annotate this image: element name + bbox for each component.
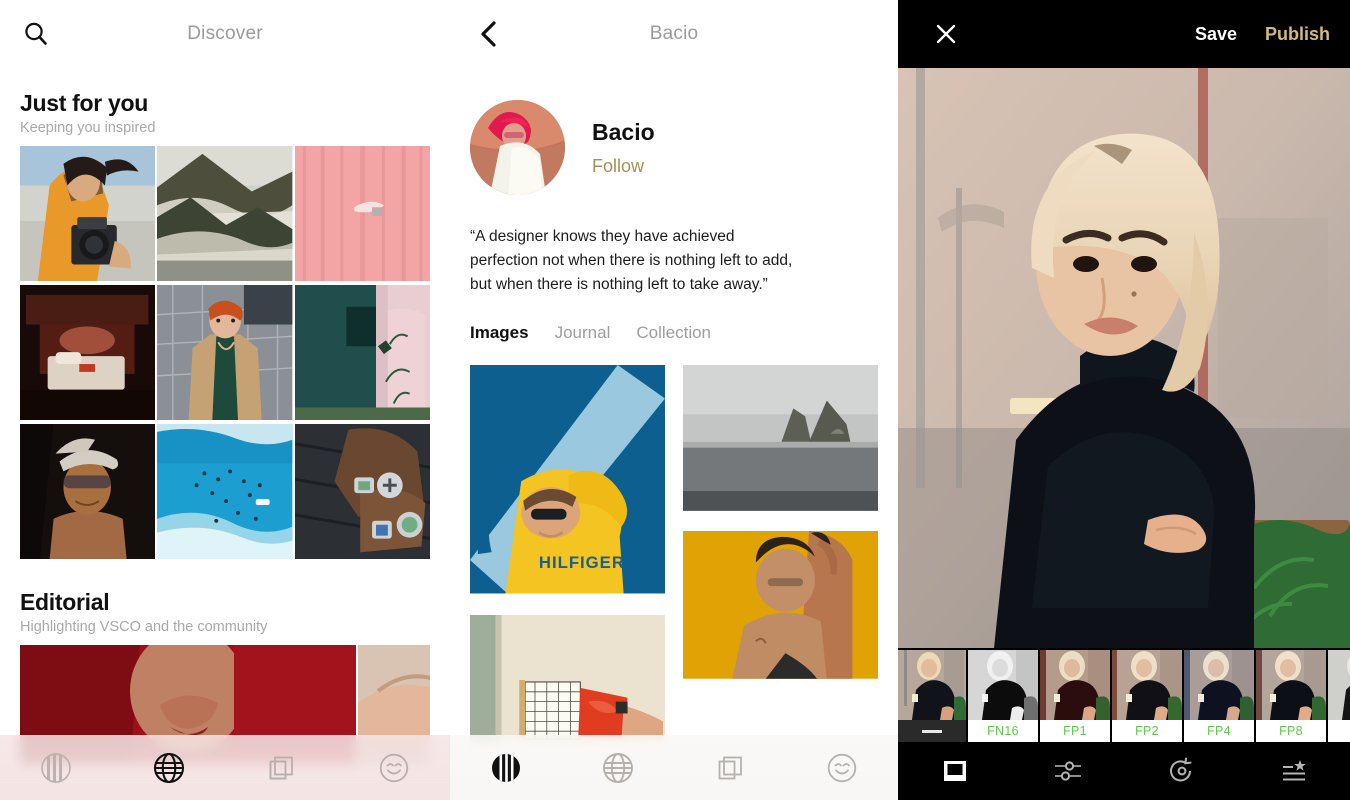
filmstrip-label: FN16 (968, 720, 1038, 742)
photo-tile-hands-rings[interactable] (294, 424, 430, 561)
sliders-adjust-icon (1054, 761, 1081, 781)
avatar[interactable] (470, 100, 565, 195)
stacked-squares-icon (269, 756, 294, 779)
smiley-face-icon (827, 753, 857, 782)
editor-bottom-nav (898, 742, 1350, 800)
filmstrip-label: FP4 (1184, 720, 1254, 742)
profile-name: Bacio (592, 118, 655, 145)
editor-topbar: Save Publish (898, 0, 1350, 68)
recipes-star-icon (1282, 760, 1306, 781)
filmstrip-item-original[interactable] (898, 650, 966, 742)
photo-tile-teal-door-pink-wall[interactable] (294, 285, 430, 422)
discover-title: Discover (187, 23, 263, 44)
filmstrip-item-next[interactable] (1328, 650, 1350, 742)
photo-tile-woman-with-camera[interactable] (20, 146, 156, 283)
filmstrip-thumb (968, 650, 1038, 720)
discover-bottom-nav (0, 735, 450, 800)
photo-notebook-red-paper[interactable] (470, 615, 665, 745)
filmstrip-thumb (1112, 650, 1182, 720)
filmstrip-item-fp2[interactable]: FP2 (1112, 650, 1182, 742)
publish-button[interactable]: Publish (1265, 24, 1330, 45)
filter-frame-icon (943, 761, 966, 781)
original-dash-icon (922, 729, 942, 733)
sidebar-item-discover[interactable] (590, 745, 646, 791)
discover-panel: Discover Just for you Keeping you inspir… (0, 0, 450, 800)
section-subtitle: Keeping you inspired (20, 120, 156, 136)
tab-edit[interactable] (1041, 751, 1095, 791)
photo-column-left: HILFIGER (470, 365, 665, 745)
filter-filmstrip[interactable]: FN16 FP1 FP2 FP4 FP8 (898, 650, 1350, 742)
section-title: Just for you (20, 90, 149, 116)
filmstrip-thumb (1040, 650, 1110, 720)
filmstrip-label (1328, 720, 1350, 742)
profile-tabs: Images Journal Collection (470, 323, 878, 343)
sidebar-item-library[interactable] (253, 745, 309, 791)
editing-photo[interactable] (898, 68, 1350, 648)
follow-button[interactable]: Follow (592, 156, 644, 177)
undo-history-icon (1169, 757, 1191, 782)
sidebar-item-studio[interactable] (28, 745, 84, 791)
filmstrip-item-fp8[interactable]: FP8 (1256, 650, 1326, 742)
tab-journal[interactable]: Journal (555, 323, 611, 343)
filmstrip-label: FP8 (1256, 720, 1326, 742)
section-subtitle: Highlighting VSCO and the community (20, 619, 268, 635)
filmstrip-label: FP1 (1040, 720, 1110, 742)
globe-icon (603, 752, 633, 783)
vsco-striped-circle-icon (41, 752, 72, 783)
tab-collection[interactable]: Collection (636, 323, 711, 343)
profile-quote: “A designer knows they have achieved per… (470, 228, 793, 294)
editorial-header: Editorial Highlighting VSCO and the comm… (0, 561, 450, 645)
profile-bottom-nav (450, 735, 898, 800)
just-for-you-grid (20, 146, 430, 561)
photo-man-yellow-sweater[interactable]: HILFIGER (470, 365, 665, 597)
section-title: Editorial (20, 589, 110, 615)
photo-tile-pink-curtain[interactable] (294, 146, 430, 283)
globe-icon (153, 752, 184, 783)
chevron-left-icon[interactable] (474, 16, 504, 52)
sidebar-item-discover[interactable] (141, 745, 197, 791)
filmstrip-thumb (898, 650, 966, 720)
tab-filters[interactable] (928, 751, 982, 791)
filmstrip-item-fp4[interactable]: FP4 (1184, 650, 1254, 742)
sidebar-item-library[interactable] (702, 745, 758, 791)
save-button[interactable]: Save (1195, 24, 1237, 45)
editor-panel: Save Publish FN16 FP1 FP2 FP4 FP8 (898, 0, 1350, 800)
discover-topbar: Discover (0, 0, 450, 68)
filmstrip-item-fn16[interactable]: FN16 (968, 650, 1038, 742)
photo-woman-mustard-bg[interactable] (683, 531, 878, 681)
filmstrip-thumb (1328, 650, 1350, 720)
tab-recipes[interactable] (1267, 751, 1321, 791)
svg-text:HILFIGER: HILFIGER (539, 553, 625, 572)
search-icon[interactable] (18, 16, 54, 52)
filmstrip-label: FP2 (1112, 720, 1182, 742)
photo-tile-aerial-beach[interactable] (157, 424, 293, 561)
filmstrip-original-footer (898, 720, 966, 742)
stacked-squares-icon (718, 756, 742, 779)
photo-tile-red-bedroom[interactable] (20, 285, 156, 422)
smiley-face-icon (379, 753, 408, 782)
vsco-striped-circle-icon (492, 753, 520, 782)
close-icon[interactable] (930, 18, 962, 50)
tab-undo-history[interactable] (1154, 751, 1208, 791)
sidebar-item-profile[interactable] (814, 745, 870, 791)
sidebar-item-studio[interactable] (478, 745, 534, 791)
profile-photo-grid: HILFIGER (470, 365, 878, 745)
app-screen: Discover Just for you Keeping you inspir… (0, 0, 1350, 800)
filmstrip-item-fp1[interactable]: FP1 (1040, 650, 1110, 742)
photo-tile-woman-sunglasses[interactable] (20, 424, 156, 561)
tab-images[interactable]: Images (470, 323, 529, 343)
profile-meta: Bacio Follow (592, 119, 655, 177)
sidebar-item-profile[interactable] (366, 745, 422, 791)
profile-panel: Bacio Bacio Follow “A designer knows the… (450, 0, 898, 800)
photo-tile-foggy-mountains[interactable] (157, 146, 293, 283)
photo-sea-stacks[interactable] (683, 365, 878, 513)
filmstrip-thumb (1184, 650, 1254, 720)
photo-column-right (683, 365, 878, 745)
photo-tile-man-tan-jacket[interactable] (157, 285, 293, 422)
profile-topbar: Bacio (450, 0, 898, 68)
just-for-you-header: Just for you Keeping you inspired (0, 68, 450, 146)
profile-title: Bacio (649, 23, 699, 44)
filmstrip-thumb (1256, 650, 1326, 720)
profile-header: Bacio Follow (450, 68, 898, 195)
